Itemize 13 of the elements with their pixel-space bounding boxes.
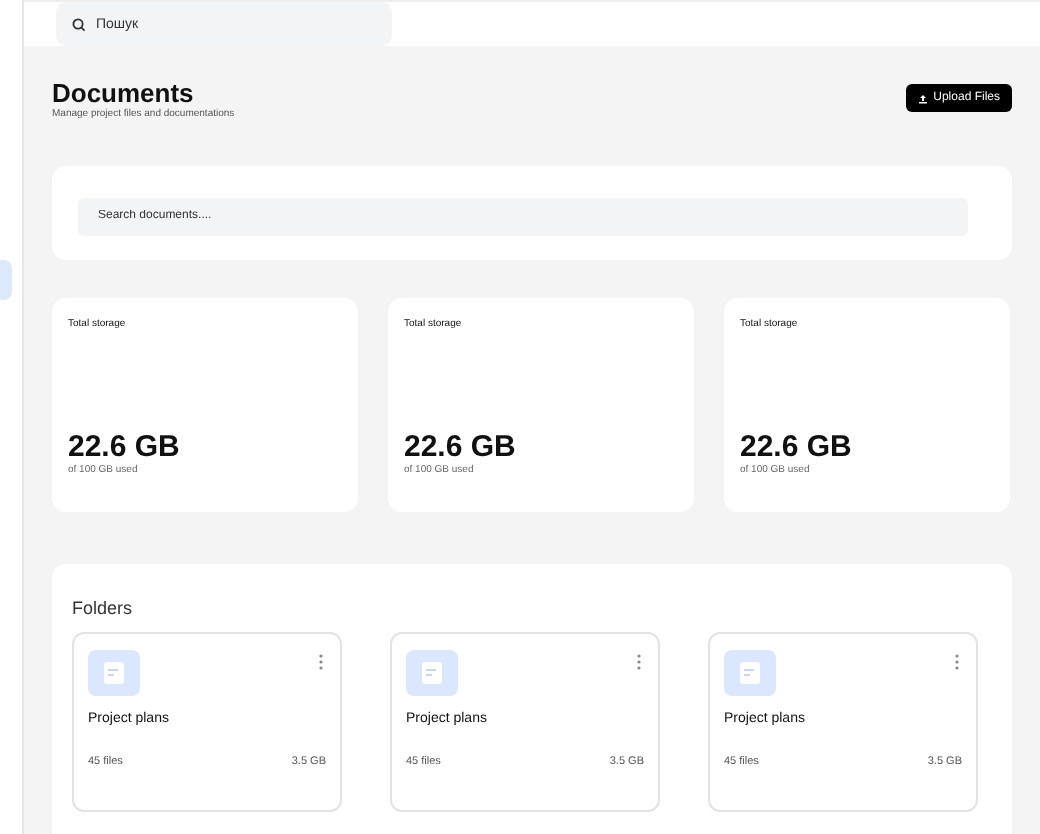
stat-value: 22.6 GB — [68, 431, 182, 463]
file-icon — [88, 649, 140, 695]
stat-value: 22.6 GB — [404, 431, 518, 463]
file-icon — [406, 649, 458, 695]
more-icon[interactable] — [318, 653, 324, 669]
stat-value: 22.6 GB — [740, 431, 854, 463]
file-icon — [724, 649, 776, 695]
search-icon — [72, 17, 86, 31]
section-title: Folders — [72, 597, 135, 617]
page-title: Documents — [52, 78, 196, 108]
upload-icon — [917, 93, 928, 103]
more-icon[interactable] — [636, 653, 642, 669]
more-icon[interactable] — [954, 653, 960, 669]
